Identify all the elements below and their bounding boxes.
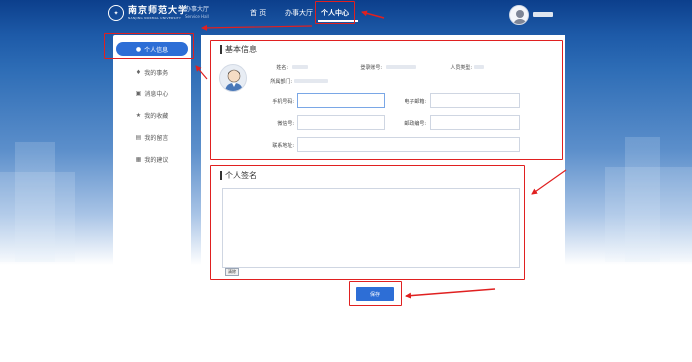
annotation-arrows	[195, 10, 567, 299]
arrow-to-sidebar-item	[195, 65, 208, 80]
arrow-header-to-sidebar	[201, 24, 313, 31]
arrow-to-personal-center	[361, 10, 385, 19]
arrow-to-signature	[531, 169, 567, 195]
arrow-to-save	[405, 288, 496, 299]
